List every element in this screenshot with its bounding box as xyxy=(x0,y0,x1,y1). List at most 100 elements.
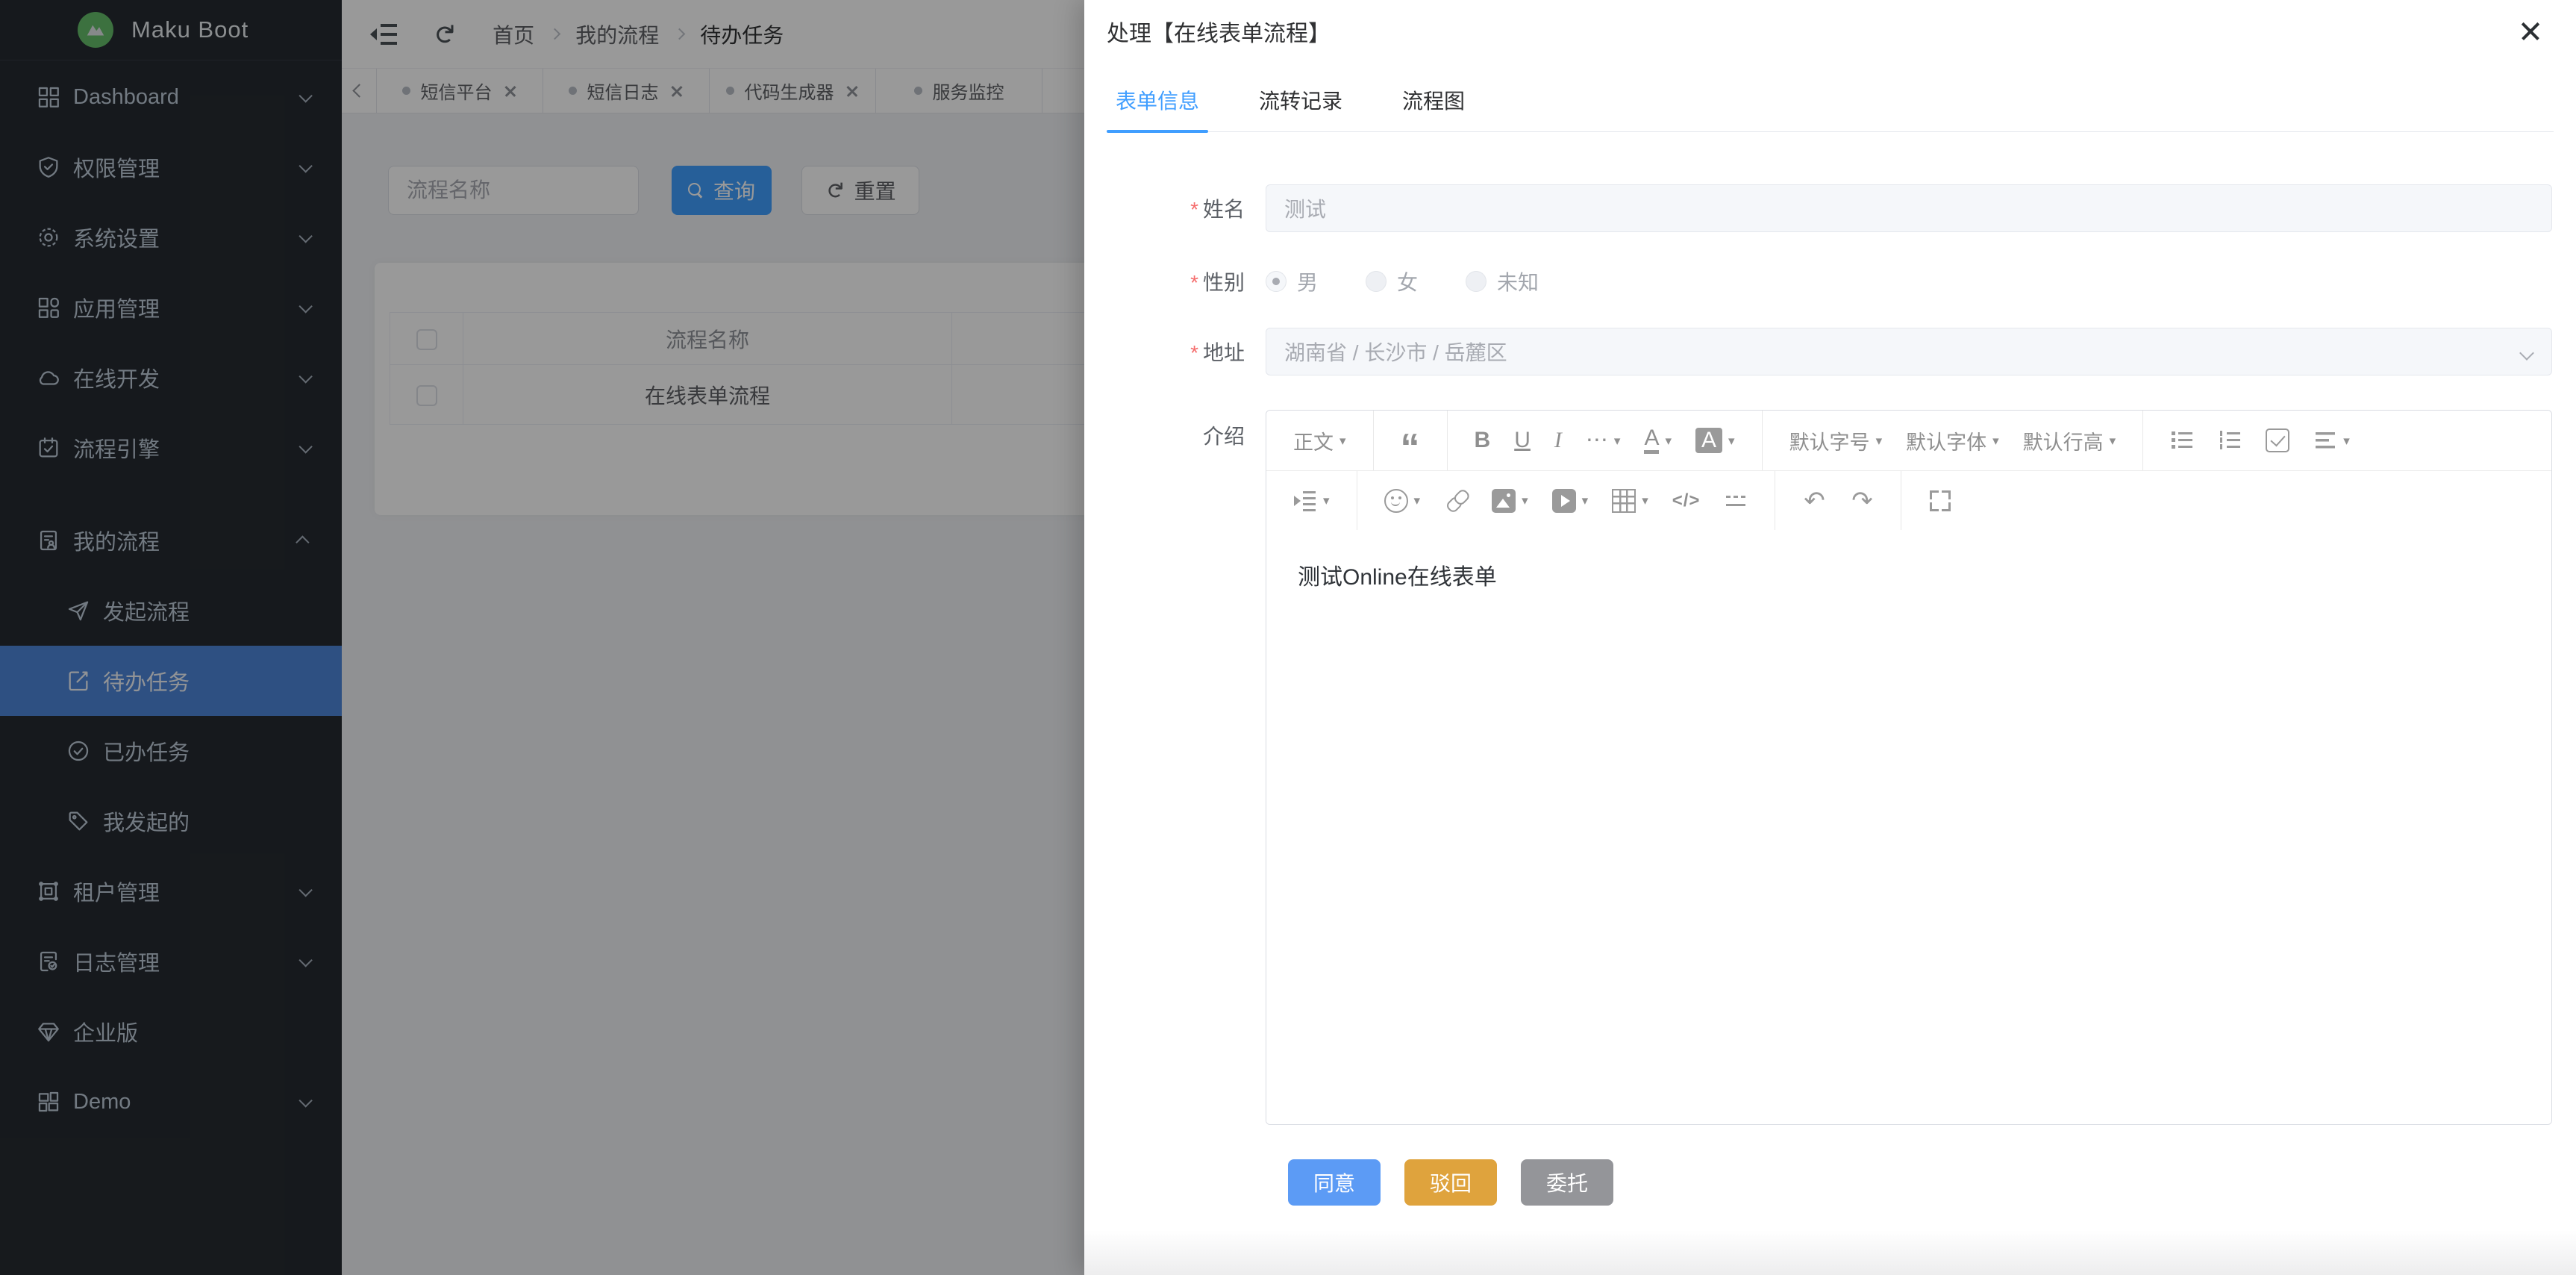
more-style-button[interactable]: ⋯▾ xyxy=(1574,411,1633,470)
fullscreen-icon xyxy=(1928,489,1952,513)
caret-down-icon: ▾ xyxy=(1582,494,1589,507)
radio-male[interactable]: 男 xyxy=(1266,266,1318,296)
ol-icon xyxy=(2218,428,2242,452)
address-label: 地址 xyxy=(1203,341,1245,364)
modal-overlay[interactable] xyxy=(0,0,1084,1275)
image-button[interactable]: ▾ xyxy=(1480,471,1540,530)
redo-button[interactable]: ↷ xyxy=(1838,471,1886,530)
image-icon xyxy=(1492,489,1516,513)
radio-unknown[interactable]: 未知 xyxy=(1466,266,1539,296)
caret-down-icon: ▾ xyxy=(1665,434,1672,447)
intro-label: 介绍 xyxy=(1107,420,1245,450)
caret-down-icon: ▾ xyxy=(1339,434,1346,447)
drawer-header: 处理【在线表单流程】 xyxy=(1084,0,2576,49)
required-mark: * xyxy=(1190,271,1198,294)
toolbar-group: BUI⋯▾A▾A▾ xyxy=(1448,411,1763,470)
caret-down-icon: ▾ xyxy=(1414,494,1421,507)
redo-icon: ↷ xyxy=(1850,489,1874,513)
drawer-bottom-fade xyxy=(1084,1230,2576,1275)
caret-down-icon: ▾ xyxy=(1522,494,1528,507)
approve-button[interactable]: 同意 xyxy=(1288,1159,1381,1206)
align-button[interactable]: ▾ xyxy=(2301,411,2362,470)
link-button[interactable] xyxy=(1432,471,1480,530)
caret-down-icon: ▾ xyxy=(1323,494,1330,507)
indent-button[interactable]: ▾ xyxy=(1281,471,1342,530)
tab-form-info[interactable]: 表单信息 xyxy=(1107,85,1208,131)
video-button[interactable]: ▾ xyxy=(1540,471,1601,530)
radio-checked-icon xyxy=(1266,271,1287,292)
drawer-tabs: 表单信息 流转记录 流程图 xyxy=(1107,85,2554,132)
undo-icon: ↶ xyxy=(1802,489,1826,513)
font-color-button[interactable]: A▾ xyxy=(1632,411,1684,470)
table-button[interactable]: ▾ xyxy=(1600,471,1660,530)
hr-icon xyxy=(1724,489,1748,513)
emoji-button[interactable]: ▾ xyxy=(1372,471,1433,530)
indent-icon xyxy=(1293,489,1317,513)
toolbar-group: ↶↷ xyxy=(1775,471,1901,530)
page: Maku Boot Dashboard 权限管理 系统设置 应用管理 在线 xyxy=(0,0,2576,1275)
line-height-select[interactable]: 默认行高▾ xyxy=(2011,411,2128,470)
name-field[interactable]: 测试 xyxy=(1266,184,2552,232)
italic-button[interactable]: I xyxy=(1542,411,1574,470)
radio-icon xyxy=(1366,271,1387,292)
caret-down-icon: ▾ xyxy=(1992,434,1999,447)
caret-down-icon: ▾ xyxy=(1876,434,1883,447)
font-size-select[interactable]: 默认字号▾ xyxy=(1778,411,1895,470)
gender-label: 性别 xyxy=(1203,271,1245,294)
chevron-down-icon xyxy=(2519,346,2534,361)
emoji-icon xyxy=(1384,489,1408,513)
drawer-title: 处理【在线表单流程】 xyxy=(1107,15,1331,48)
radio-female[interactable]: 女 xyxy=(1366,266,1418,296)
process-drawer: 处理【在线表单流程】 表单信息 流转记录 流程图 *姓名 测试 *性别 男 女 … xyxy=(1084,0,2576,1275)
gender-row: *性别 男 女 未知 xyxy=(1107,266,2552,296)
undo-button[interactable]: ↶ xyxy=(1790,471,1838,530)
intro-row: 介绍 正文▾“BUI⋯▾A▾A▾默认字号▾默认字体▾默认行高▾▾ ▾▾▾▾▾</… xyxy=(1107,410,2552,1125)
rich-text-editor: 正文▾“BUI⋯▾A▾A▾默认字号▾默认字体▾默认行高▾▾ ▾▾▾▾▾</>↶↷… xyxy=(1266,410,2552,1125)
font-family-select[interactable]: 默认字体▾ xyxy=(1894,411,2011,470)
editor-content[interactable]: 测试Online在线表单 xyxy=(1266,530,2551,1124)
blockquote-button[interactable]: “ xyxy=(1389,411,1432,470)
toolbar-group: ▾ xyxy=(1266,471,1357,530)
bg-color-button[interactable]: A▾ xyxy=(1684,411,1747,470)
code-block-button[interactable]: </> xyxy=(1660,471,1713,530)
required-mark: * xyxy=(1190,198,1198,221)
bold-button[interactable]: B xyxy=(1463,411,1503,470)
bullet-list-button[interactable] xyxy=(2158,411,2206,470)
editor-toolbar-row-2: ▾▾▾▾▾</>↶↷ xyxy=(1266,470,2551,530)
close-icon[interactable] xyxy=(2518,19,2543,44)
toolbar-group: 正文▾ xyxy=(1266,411,1374,470)
drawer-actions: 同意 驳回 委托 xyxy=(1288,1159,2552,1206)
toolbar-group: “ xyxy=(1374,411,1448,470)
underline-button[interactable]: U xyxy=(1502,411,1542,470)
toolbar-group: ▾ ▾ ▾ ▾ </> xyxy=(1357,471,1776,530)
tab-flow-diagram[interactable]: 流程图 xyxy=(1393,85,1474,131)
drawer-body: *姓名 测试 *性别 男 女 未知 *地址 湖南省 / 长沙市 / 岳麓区 xyxy=(1084,184,2576,1206)
name-row: *姓名 测试 xyxy=(1107,184,2552,232)
divider-button[interactable] xyxy=(1712,471,1760,530)
delegate-button[interactable]: 委托 xyxy=(1521,1159,1613,1206)
reject-button[interactable]: 驳回 xyxy=(1404,1159,1497,1206)
radio-icon xyxy=(1466,271,1486,292)
gender-radio-group: 男 女 未知 xyxy=(1266,266,2552,296)
address-row: *地址 湖南省 / 长沙市 / 岳麓区 xyxy=(1107,328,2552,375)
editor-toolbar-row-1: 正文▾“BUI⋯▾A▾A▾默认字号▾默认字体▾默认行高▾▾ xyxy=(1266,411,2551,470)
fullscreen-button[interactable] xyxy=(1916,471,1964,530)
align-icon xyxy=(2313,428,2337,452)
caret-down-icon: ▾ xyxy=(1614,434,1621,447)
heading-select[interactable]: 正文▾ xyxy=(1281,411,1358,470)
name-label: 姓名 xyxy=(1203,198,1245,221)
caret-down-icon: ▾ xyxy=(2343,434,2350,447)
tab-flow-records[interactable]: 流转记录 xyxy=(1250,85,1351,131)
table-icon xyxy=(1612,489,1636,513)
caret-down-icon: ▾ xyxy=(2110,434,2116,447)
video-icon xyxy=(1552,489,1576,513)
todo-icon xyxy=(2266,428,2289,452)
toolbar-group: ▾ xyxy=(2143,411,2377,470)
link-icon xyxy=(1439,484,1472,517)
address-cascader[interactable]: 湖南省 / 长沙市 / 岳麓区 xyxy=(1266,328,2552,375)
ul-icon xyxy=(2170,428,2194,452)
caret-down-icon: ▾ xyxy=(1642,494,1648,507)
ordered-list-button[interactable] xyxy=(2206,411,2254,470)
toolbar-group: 默认字号▾默认字体▾默认行高▾ xyxy=(1763,411,2144,470)
todo-list-button[interactable] xyxy=(2254,411,2301,470)
